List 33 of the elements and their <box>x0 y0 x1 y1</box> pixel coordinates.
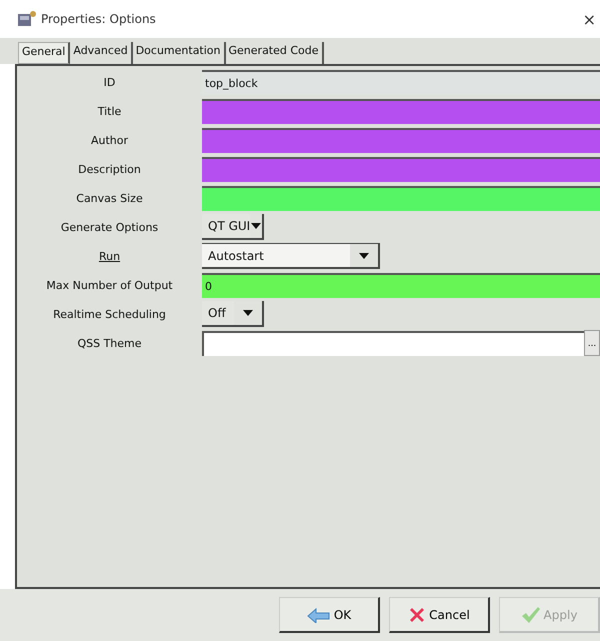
input-field[interactable] <box>202 330 584 356</box>
input-field[interactable] <box>202 128 600 152</box>
property-label: QSS Theme <box>76 336 143 350</box>
checkmark-icon <box>520 606 541 624</box>
input-field[interactable]: 0 <box>202 272 600 298</box>
caret-icon <box>251 223 262 229</box>
app-icon <box>17 10 37 28</box>
input-field[interactable]: top_block <box>202 70 600 94</box>
property-label: Title <box>96 104 122 118</box>
browse-button[interactable]: ... <box>584 330 600 356</box>
tab[interactable]: General <box>18 42 70 64</box>
caret-icon <box>243 310 253 316</box>
property-label: Canvas Size <box>75 192 144 204</box>
dialog-button[interactable]: OK <box>279 597 380 633</box>
property-label: Max Number of Output <box>45 278 174 292</box>
input-field[interactable] <box>202 186 600 210</box>
dropdown[interactable]: QT GUI <box>202 214 264 240</box>
property-label: ID <box>102 76 116 88</box>
dialog-button[interactable]: Cancel <box>389 597 490 633</box>
close-icon <box>408 606 426 624</box>
property-label: Author <box>90 134 130 146</box>
arrow-icon <box>306 606 331 622</box>
dropdown[interactable]: Off <box>202 301 264 327</box>
input-field[interactable] <box>202 156 600 182</box>
caret-icon <box>359 252 369 258</box>
property-label: Description <box>77 162 142 176</box>
property-label: Realtime Scheduling <box>52 308 167 320</box>
property-label: Run <box>98 250 122 262</box>
input-field[interactable] <box>202 98 600 124</box>
close-button[interactable]: × <box>582 10 600 28</box>
dropdown[interactable]: Autostart <box>202 243 380 269</box>
property-label: Generate Options <box>60 220 160 234</box>
window-title: Properties: Options <box>41 12 157 26</box>
